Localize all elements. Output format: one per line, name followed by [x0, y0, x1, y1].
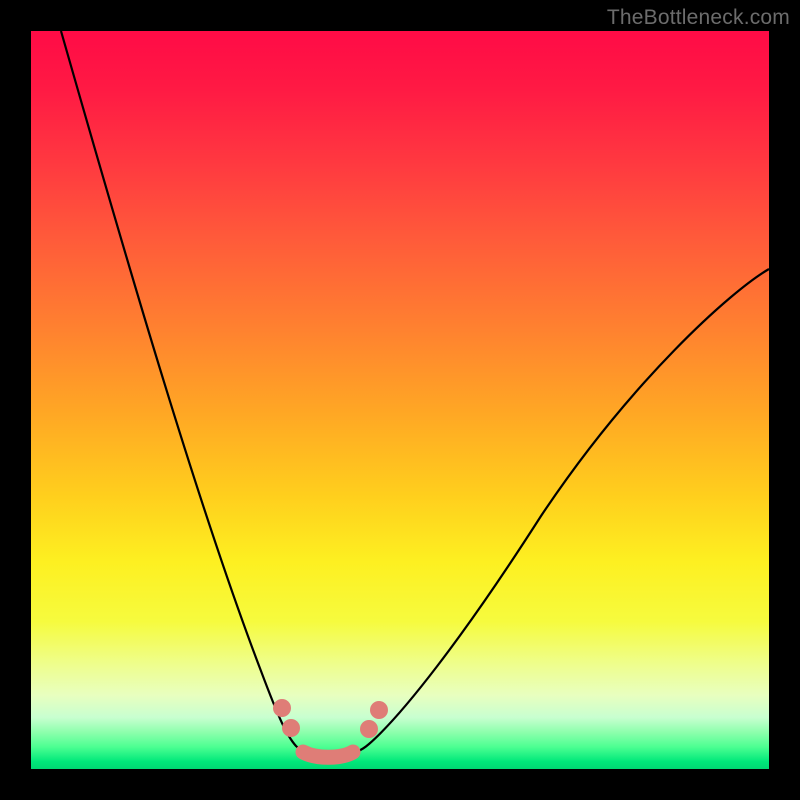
watermark-text: TheBottleneck.com [607, 6, 790, 30]
chart-frame: TheBottleneck.com [0, 0, 800, 800]
curve-layer [31, 31, 769, 769]
bottleneck-curve [61, 31, 769, 754]
optimal-range-marker [273, 699, 388, 757]
